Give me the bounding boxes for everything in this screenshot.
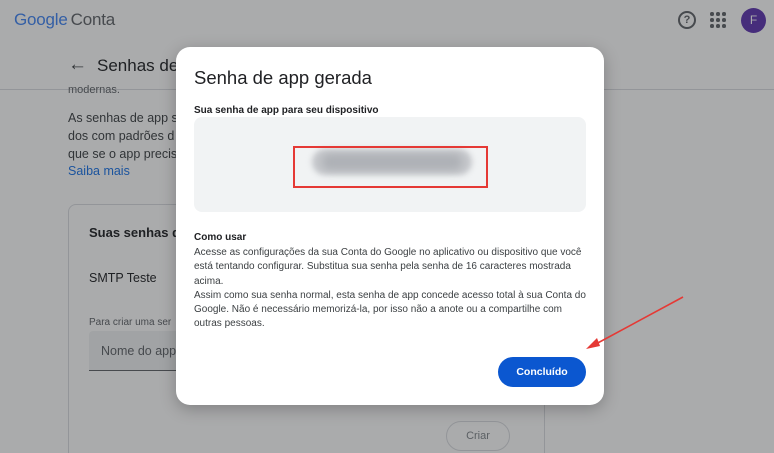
how-to-paragraph: Assim como sua senha normal, esta senha … [194, 289, 586, 330]
dialog-subtitle: Sua senha de app para seu dispositivo [194, 105, 379, 116]
password-box[interactable] [194, 117, 586, 212]
generated-password-dialog: Senha de app gerada Sua senha de app par… [176, 47, 604, 405]
highlight-box [293, 146, 488, 188]
how-to-title: Como usar [194, 232, 247, 243]
done-button[interactable]: Concluído [498, 357, 586, 387]
dialog-title: Senha de app gerada [194, 67, 372, 88]
how-to-paragraph: Acesse as configurações da sua Conta do … [194, 247, 582, 287]
how-to-text: Acesse as configurações da sua Conta do … [194, 246, 589, 332]
